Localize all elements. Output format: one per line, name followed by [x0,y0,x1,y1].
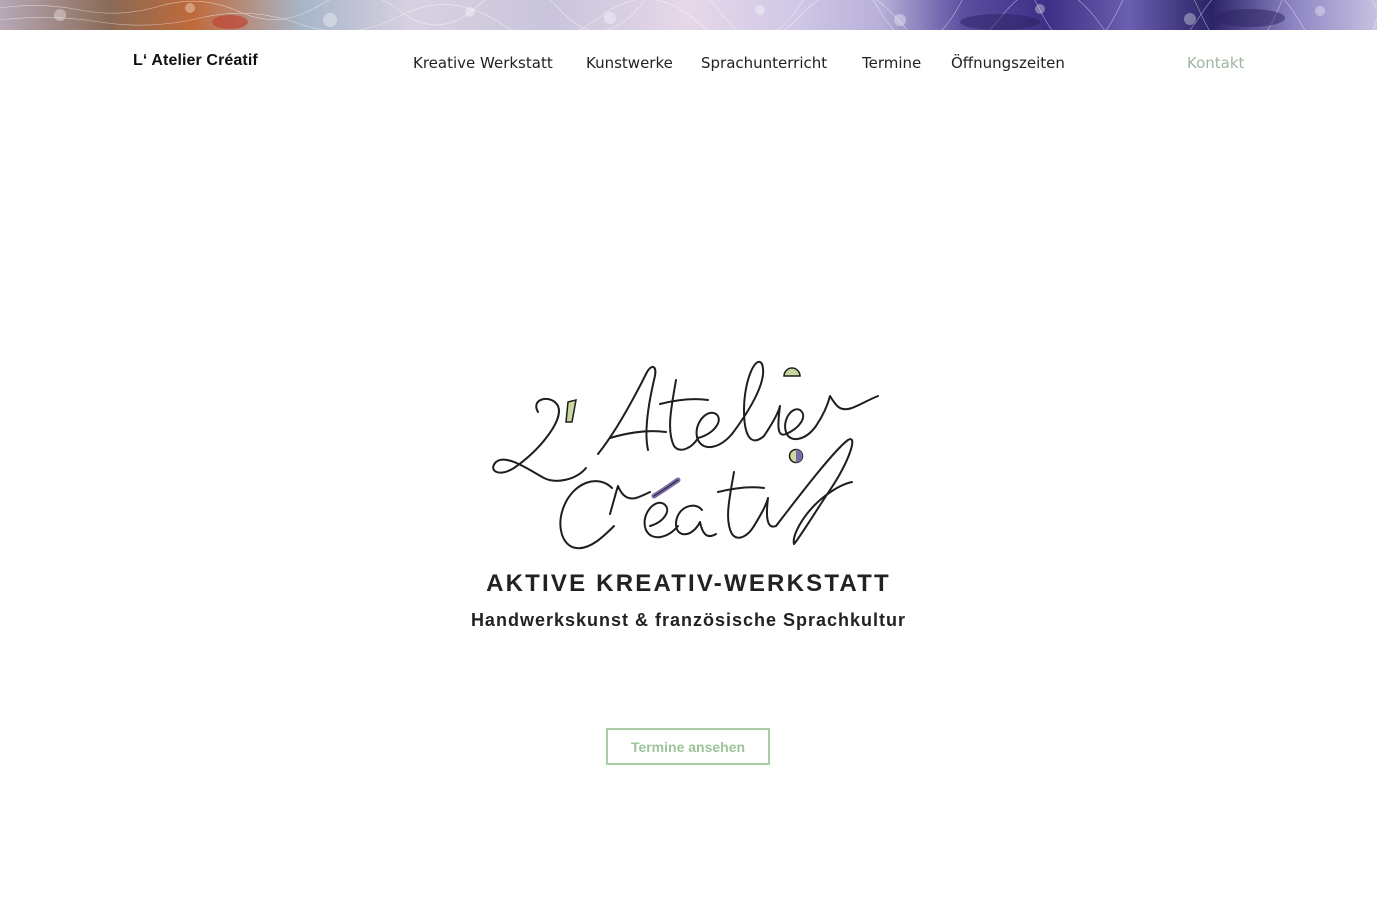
nav-item-kunstwerke[interactable]: Kunstwerke [586,54,673,72]
top-navigation: L‘ Atelier Créatif Kreative Werkstatt Ku… [0,30,1377,96]
nav-item-sprachunterricht[interactable]: Sprachunterricht [701,54,827,72]
nav-item-kreative-werkstatt[interactable]: Kreative Werkstatt [413,54,553,72]
brand-logo-text[interactable]: L‘ Atelier Créatif [133,52,258,70]
stained-glass-mosaic-icon [0,0,1377,30]
header-mosaic-image [0,0,1377,30]
hero-subtitle: Handwerkskunst & französische Sprachkult… [470,610,907,630]
hero-script-logo [480,350,900,555]
hero-title: AKTIVE KREATIV-WERKSTATT [486,570,891,597]
nav-item-kontakt[interactable]: Kontakt [1187,54,1244,72]
nav-item-termine[interactable]: Termine [862,54,921,72]
termine-ansehen-button[interactable]: Termine ansehen [606,728,770,765]
nav-item-oeffnungszeiten[interactable]: Öffnungszeiten [951,54,1065,72]
